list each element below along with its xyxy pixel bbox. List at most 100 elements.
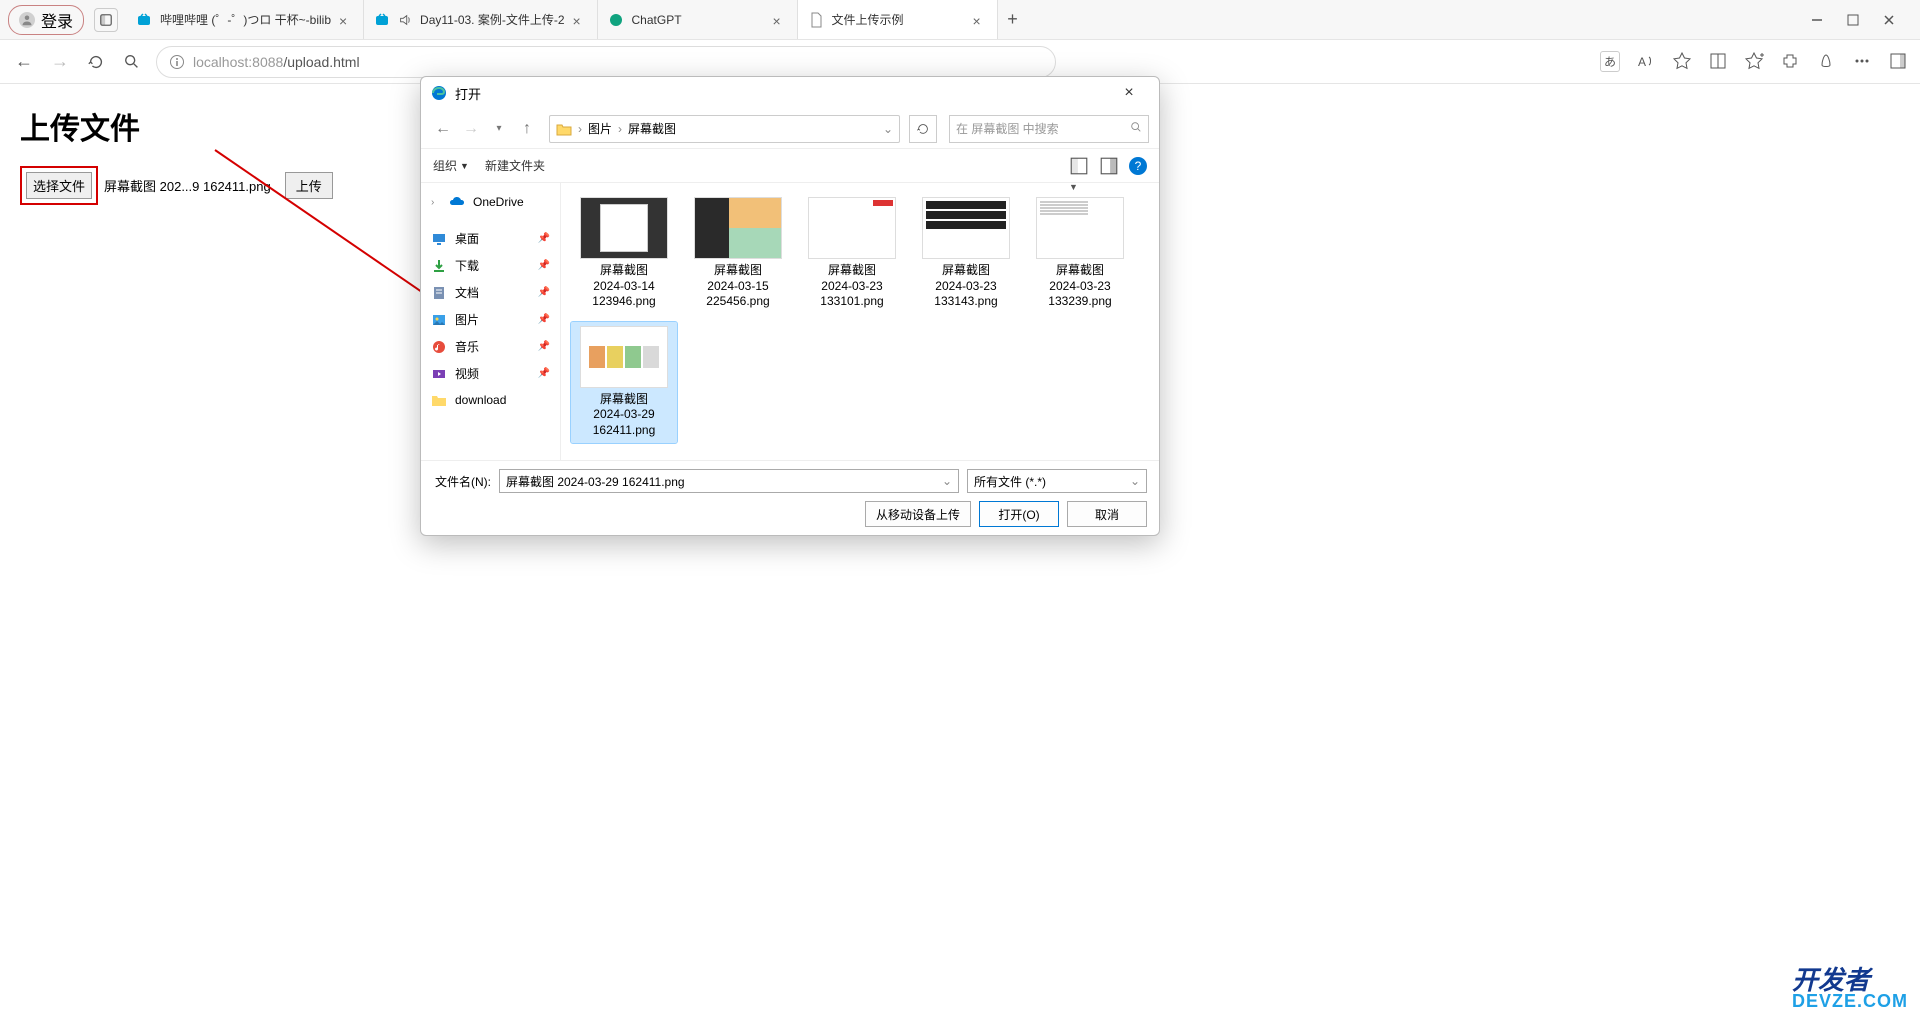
bc-part[interactable]: 屏幕截图 bbox=[628, 120, 676, 137]
file-list: 屏幕截图2024-03-14123946.png 屏幕截图2024-03-152… bbox=[561, 183, 1159, 460]
collections-icon[interactable] bbox=[1744, 51, 1764, 71]
file-item[interactable]: 屏幕截图2024-03-23133239.png bbox=[1027, 193, 1133, 314]
performance-icon[interactable] bbox=[1816, 51, 1836, 71]
new-folder-button[interactable]: 新建文件夹 bbox=[485, 157, 545, 174]
refresh-icon[interactable] bbox=[909, 115, 937, 143]
sidebar-item-desktop[interactable]: 桌面📌 bbox=[421, 225, 560, 252]
tab-chatgpt[interactable]: ChatGPT × bbox=[598, 0, 798, 39]
thumbnail bbox=[808, 197, 896, 259]
file-item-selected[interactable]: 屏幕截图2024-03-29162411.png bbox=[571, 322, 677, 443]
open-button[interactable]: 打开(O) bbox=[979, 501, 1059, 527]
sidebar-toggle-icon[interactable] bbox=[1888, 51, 1908, 71]
pin-icon: 📌 bbox=[538, 260, 550, 271]
view-icon[interactable]: ▼ bbox=[1069, 156, 1089, 176]
forward-button[interactable]: → bbox=[48, 50, 72, 74]
read-aloud-icon[interactable]: A bbox=[1636, 51, 1656, 71]
favorite-icon[interactable] bbox=[1672, 51, 1692, 71]
dlg-up-button[interactable]: ↑ bbox=[515, 117, 539, 141]
tab-upload-example[interactable]: 文件上传示例 × bbox=[798, 0, 998, 39]
help-icon[interactable]: ? bbox=[1129, 157, 1147, 175]
close-icon[interactable]: × bbox=[339, 13, 353, 27]
filename-label: 文件名(N): bbox=[433, 473, 491, 490]
tab-day11[interactable]: Day11-03. 案例-文件上传-2 × bbox=[364, 0, 597, 39]
thumbnail bbox=[694, 197, 782, 259]
doc-icon bbox=[808, 12, 824, 28]
tabs-container: 哔哩哔哩 (゜-゜)つロ 干杯~-bilib × Day11-03. 案例-文件… bbox=[126, 0, 1794, 39]
tab-bilibili[interactable]: 哔哩哔哩 (゜-゜)つロ 干杯~-bilib × bbox=[126, 0, 364, 39]
dialog-titlebar: 打开 × bbox=[421, 77, 1159, 109]
sidebar-item-onedrive[interactable]: › OneDrive bbox=[421, 189, 560, 215]
file-item[interactable]: 屏幕截图2024-03-14123946.png bbox=[571, 193, 677, 314]
close-icon[interactable]: × bbox=[573, 13, 587, 27]
lang-indicator[interactable]: あ bbox=[1600, 51, 1620, 72]
dialog-search[interactable]: 在 屏幕截图 中搜索 bbox=[949, 115, 1149, 143]
info-icon[interactable] bbox=[169, 54, 185, 70]
dialog-close-button[interactable]: × bbox=[1109, 84, 1149, 102]
maximize-icon[interactable] bbox=[1845, 12, 1861, 28]
url-text: localhost:8088/upload.html bbox=[193, 54, 360, 70]
organize-menu[interactable]: 组织 ▼ bbox=[433, 157, 469, 174]
filename-input[interactable]: 屏幕截图 2024-03-29 162411.png⌄ bbox=[499, 469, 959, 493]
chevron-down-icon[interactable]: ⌄ bbox=[942, 474, 952, 488]
extensions-icon[interactable] bbox=[1780, 51, 1800, 71]
sidebar-item-videos[interactable]: 视频📌 bbox=[421, 360, 560, 387]
file-filter-select[interactable]: 所有文件 (*.*)⌄ bbox=[967, 469, 1147, 493]
search-button[interactable] bbox=[120, 50, 144, 74]
highlight-box: 选择文件 bbox=[20, 166, 98, 205]
onedrive-icon bbox=[449, 194, 465, 210]
profile-button[interactable]: 登录 bbox=[8, 5, 84, 35]
dialog-nav: ← → ▾ ↑ › 图片 › 屏幕截图 ⌄ 在 屏幕截图 中搜索 bbox=[421, 109, 1159, 149]
chevron-right-icon: › bbox=[431, 197, 441, 208]
file-item[interactable]: 屏幕截图2024-03-23133101.png bbox=[799, 193, 905, 314]
split-icon[interactable] bbox=[1708, 51, 1728, 71]
file-item[interactable]: 屏幕截图2024-03-15225456.png bbox=[685, 193, 791, 314]
refresh-button[interactable] bbox=[84, 50, 108, 74]
bilibili-icon bbox=[136, 12, 152, 28]
nav-right-icons: あ A bbox=[1600, 51, 1908, 72]
choose-file-button[interactable]: 选择文件 bbox=[26, 172, 92, 199]
user-icon bbox=[19, 12, 35, 28]
chevron-down-icon[interactable]: ▾ bbox=[487, 117, 511, 141]
dialog-toolbar: 组织 ▼ 新建文件夹 ▼ ? bbox=[421, 149, 1159, 183]
close-window-icon[interactable] bbox=[1881, 12, 1897, 28]
sidebar-item-downloads[interactable]: 下载📌 bbox=[421, 252, 560, 279]
minimize-icon[interactable] bbox=[1809, 12, 1825, 28]
back-button[interactable]: ← bbox=[12, 50, 36, 74]
close-icon[interactable]: × bbox=[773, 13, 787, 27]
sidebar-item-download-folder[interactable]: download bbox=[421, 387, 560, 413]
bc-part[interactable]: 图片 bbox=[588, 120, 612, 137]
music-icon bbox=[431, 339, 447, 355]
thumbnail bbox=[580, 197, 668, 259]
svg-text:A: A bbox=[1638, 55, 1646, 69]
chatgpt-icon bbox=[608, 12, 624, 28]
close-icon[interactable]: × bbox=[973, 13, 987, 27]
upload-button[interactable]: 上传 bbox=[285, 172, 333, 199]
dlg-back-button[interactable]: ← bbox=[431, 117, 455, 141]
chevron-down-icon[interactable]: ⌄ bbox=[883, 122, 893, 136]
chevron-down-icon[interactable]: ⌄ bbox=[1130, 474, 1140, 488]
desktop-icon bbox=[431, 231, 447, 247]
search-icon bbox=[1130, 121, 1142, 136]
dlg-forward-button[interactable]: → bbox=[459, 117, 483, 141]
thumbnail bbox=[580, 326, 668, 388]
pin-icon: 📌 bbox=[538, 341, 550, 352]
new-tab-button[interactable]: + bbox=[998, 0, 1028, 39]
profile-label: 登录 bbox=[41, 8, 73, 32]
breadcrumb[interactable]: › 图片 › 屏幕截图 ⌄ bbox=[549, 115, 900, 143]
cancel-button[interactable]: 取消 bbox=[1067, 501, 1147, 527]
speaker-icon[interactable] bbox=[398, 13, 412, 27]
address-bar[interactable]: localhost:8088/upload.html bbox=[156, 46, 1056, 78]
sidebar-item-documents[interactable]: 文档📌 bbox=[421, 279, 560, 306]
dialog-sidebar: › OneDrive 桌面📌 下载📌 文档📌 图片📌 音乐📌 视频📌 downl… bbox=[421, 183, 561, 460]
more-icon[interactable] bbox=[1852, 51, 1872, 71]
sidebar-item-pictures[interactable]: 图片📌 bbox=[421, 306, 560, 333]
preview-icon[interactable] bbox=[1099, 156, 1119, 176]
mobile-upload-button[interactable]: 从移动设备上传 bbox=[865, 501, 971, 527]
watermark: 开发者 DEVZE.COM bbox=[1792, 970, 1908, 1012]
dialog-title: 打开 bbox=[455, 84, 481, 103]
file-item[interactable]: 屏幕截图2024-03-23133143.png bbox=[913, 193, 1019, 314]
file-open-dialog: 打开 × ← → ▾ ↑ › 图片 › 屏幕截图 ⌄ 在 屏幕截图 中搜索 组织… bbox=[420, 76, 1160, 536]
workspace-icon[interactable] bbox=[94, 8, 118, 32]
sidebar-item-music[interactable]: 音乐📌 bbox=[421, 333, 560, 360]
folder-icon bbox=[431, 392, 447, 408]
